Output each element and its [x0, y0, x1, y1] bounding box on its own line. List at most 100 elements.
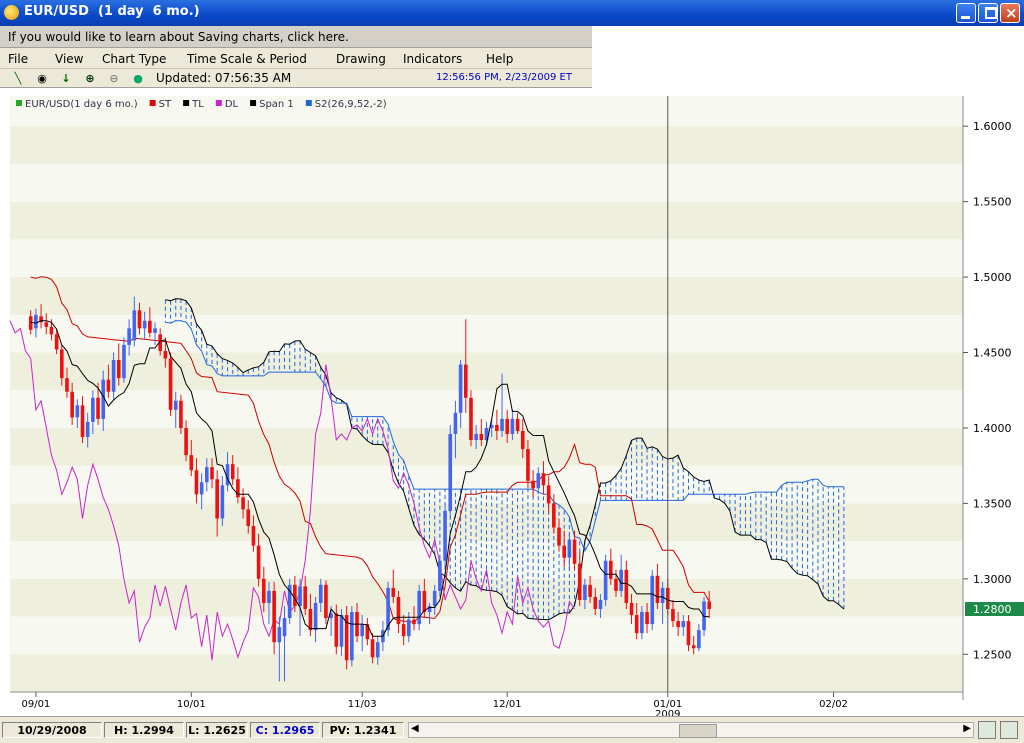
close-icon: × [1005, 4, 1018, 22]
menu-time-scale[interactable]: Time Scale & Period [187, 52, 307, 66]
window-cascade-icon[interactable] [1000, 721, 1018, 739]
candle-body [650, 575, 655, 625]
candle-body [624, 569, 629, 603]
candle-body [686, 621, 691, 646]
candle-body [427, 605, 432, 613]
candle-body [334, 613, 339, 647]
status-bar: 10/29/2008 H: 1.2994 L: 1.2625 C: 1.2965… [0, 716, 1024, 743]
candle-body [184, 427, 188, 456]
candle-body [173, 400, 178, 410]
candle-body [127, 328, 131, 345]
scroll-left-icon[interactable]: ◀ [411, 723, 419, 734]
candle-body [660, 587, 665, 603]
close-button[interactable]: × [1000, 3, 1020, 23]
candle-body [205, 467, 209, 483]
y-tick-label: 1.4000 [973, 422, 1012, 435]
legend-swatch [305, 100, 312, 106]
candle-body [515, 418, 520, 431]
menu-view[interactable]: View [55, 52, 83, 66]
candle-body [199, 482, 204, 495]
y-tick-label: 1.4500 [973, 347, 1012, 360]
candle-body [676, 621, 680, 628]
candle-body [541, 473, 546, 486]
candle-body [324, 584, 328, 619]
candle-body [422, 590, 427, 613]
candle-body [189, 455, 194, 471]
window-title: EUR/USD (1 day 6 mo.) [24, 4, 200, 19]
candle-body [360, 624, 365, 637]
candle-body [691, 645, 696, 649]
candle-body [246, 509, 251, 527]
menu-file[interactable]: File [8, 52, 28, 66]
y-tick-label: 1.2500 [973, 648, 1012, 661]
candle-body [500, 418, 504, 431]
y-tick-label: 1.3500 [973, 497, 1012, 510]
candle-body [241, 497, 245, 510]
candle-body [401, 624, 406, 637]
candle-body [106, 379, 111, 392]
menu-indicators[interactable]: Indicators [403, 52, 462, 66]
scroll-thumb[interactable] [679, 724, 717, 738]
candle-body [629, 602, 634, 616]
candle-body [432, 590, 437, 606]
legend-label: Span 1 [259, 99, 294, 110]
candle-body [137, 310, 142, 329]
candle-body [577, 563, 582, 600]
scroll-right-icon[interactable]: ▶ [963, 723, 971, 734]
menu-help[interactable]: Help [486, 52, 513, 66]
candle-body [707, 601, 712, 610]
menu-drawing[interactable]: Drawing [336, 52, 386, 66]
x-tick-label: 12/01 [493, 699, 522, 710]
legend-label: DL [225, 99, 239, 110]
candle-body [505, 418, 510, 434]
down-arrow-icon[interactable]: ↓ [58, 71, 74, 87]
candle-body [163, 350, 168, 359]
quote-datetime: 12:56:56 PM, 2/23/2009 ET [436, 72, 572, 83]
plot-band [10, 126, 963, 164]
price-chart[interactable]: 1.6000 1.5500 1.5000 1.4500 1.4000 1.3500 1.30… [0, 88, 1024, 720]
status-date: 10/29/2008 [2, 722, 102, 738]
app-logo-icon [4, 5, 19, 20]
legend-swatch [16, 100, 22, 106]
candle-body [220, 485, 225, 519]
candle-body [671, 609, 675, 622]
plot-band [10, 352, 963, 391]
legend-label: ST [159, 99, 172, 110]
candle-body [350, 612, 354, 661]
minimize-button[interactable] [956, 3, 976, 23]
legend-swatch [250, 100, 257, 106]
candle-body [370, 639, 375, 658]
plot-band [10, 503, 963, 542]
candle-body [463, 364, 468, 398]
candle-body [65, 378, 69, 392]
candle-body [546, 485, 551, 504]
horizontal-scrollbar[interactable]: ◀ ▶ [408, 722, 974, 738]
target-icon[interactable]: ◉ [34, 71, 50, 87]
saving-charts-banner[interactable]: If you would like to learn about Saving … [0, 26, 592, 48]
candle-body [572, 539, 577, 564]
zoom-in-icon[interactable]: ⊕ [82, 71, 98, 87]
restore-button[interactable] [978, 3, 998, 23]
status-high: H: 1.2994 [104, 722, 184, 738]
candle-body [634, 615, 639, 634]
candle-body [70, 391, 74, 418]
candle-body [655, 575, 660, 603]
candle-body [153, 328, 157, 333]
candle-body [583, 584, 587, 600]
candle-body [91, 397, 95, 422]
candle-body [438, 560, 442, 591]
candle-body [132, 310, 137, 341]
candle-body [59, 349, 64, 379]
candle-body [179, 400, 183, 428]
candle-body [142, 320, 147, 329]
globe-icon[interactable]: ● [130, 71, 146, 87]
chart-area[interactable]: 1.6000 1.5500 1.5000 1.4500 1.4000 1.3500 1.30… [0, 88, 1024, 720]
line-tool-icon[interactable]: ╲ [10, 71, 26, 87]
candle-body [293, 584, 297, 606]
zoom-out-icon[interactable]: ⊖ [106, 71, 122, 87]
plot-band [10, 201, 963, 240]
menu-chart-type[interactable]: Chart Type [102, 52, 166, 66]
y-tick-label: 1.6000 [973, 120, 1012, 133]
candle-body [85, 421, 90, 438]
window-tile-icon[interactable] [978, 721, 996, 739]
